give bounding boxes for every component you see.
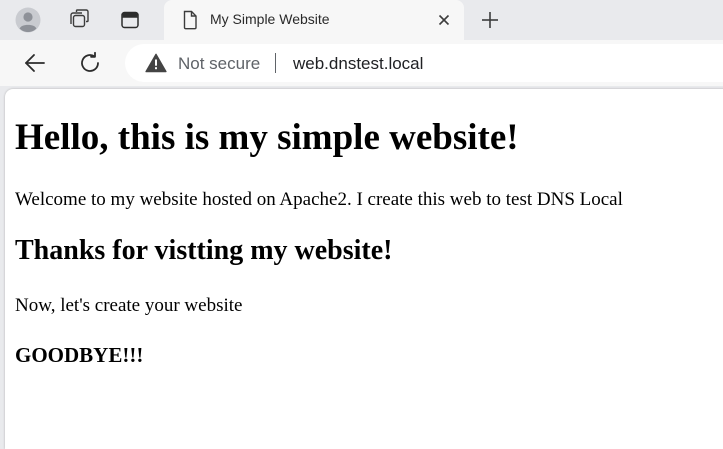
warning-triangle-icon[interactable] xyxy=(145,53,167,73)
active-tab[interactable]: My Simple Website xyxy=(164,0,464,40)
reload-icon[interactable] xyxy=(74,47,106,79)
body-paragraph: Now, let's create your website xyxy=(15,295,243,316)
page-subheading: Thanks for vistting my website! xyxy=(15,235,393,266)
back-arrow-icon[interactable] xyxy=(19,47,51,79)
page-heading: Hello, this is my simple website! xyxy=(15,117,519,158)
address-bar[interactable]: Not secure web.dnstest.local xyxy=(125,44,723,82)
url-text[interactable]: web.dnstest.local xyxy=(293,54,423,74)
plus-icon[interactable] xyxy=(474,4,506,36)
tab-title: My Simple Website xyxy=(210,11,330,27)
close-icon[interactable] xyxy=(432,8,456,32)
intro-paragraph: Welcome to my website hosted on Apache2.… xyxy=(15,189,623,210)
profile-avatar-icon[interactable] xyxy=(12,4,44,36)
browser-toolbar: Not secure web.dnstest.local xyxy=(0,40,723,86)
page-content: Hello, this is my simple website! Welcom… xyxy=(5,89,723,449)
url-divider xyxy=(275,53,276,73)
farewell-text: GOODBYE!!! xyxy=(15,343,144,367)
tab-strip: My Simple Website xyxy=(0,0,723,40)
workspaces-icon[interactable] xyxy=(62,4,94,36)
page-document-icon xyxy=(180,10,200,30)
security-status-label[interactable]: Not secure xyxy=(178,54,260,74)
tab-actions-icon[interactable] xyxy=(114,4,146,36)
